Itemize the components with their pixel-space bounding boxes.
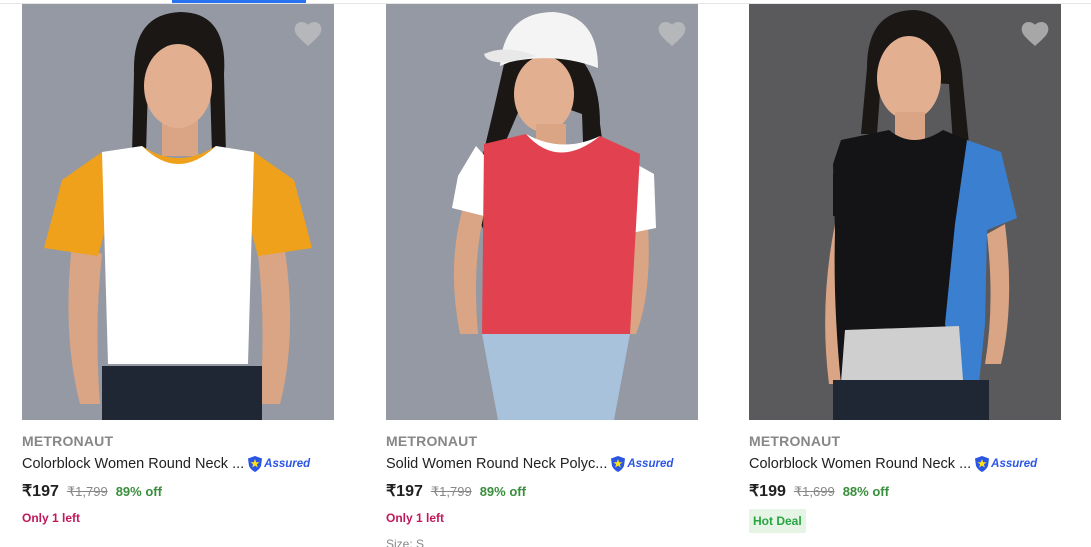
hot-deal-badge: Hot Deal	[749, 509, 806, 533]
product-card[interactable]: METRONAUT Solid Women Round Neck Polyc..…	[386, 4, 698, 547]
product-title[interactable]: Colorblock Women Round Neck ...	[749, 456, 971, 472]
product-discount: 89% off	[115, 484, 162, 499]
assured-badge: Assured	[610, 455, 673, 473]
stock-status: Only 1 left	[22, 511, 81, 525]
product-mrp: ₹1,799	[66, 484, 108, 499]
heart-icon[interactable]	[292, 18, 324, 50]
assured-badge: Assured	[974, 455, 1037, 473]
product-price: ₹197	[386, 483, 423, 500]
product-mrp: ₹1,699	[793, 484, 835, 499]
heart-icon[interactable]	[656, 18, 688, 50]
product-brand: METRONAUT	[386, 433, 478, 449]
product-image[interactable]	[386, 4, 698, 420]
product-title[interactable]: Solid Women Round Neck Polyc...	[386, 456, 607, 472]
product-price: ₹199	[749, 483, 786, 500]
product-brand: METRONAUT	[749, 433, 841, 449]
product-mrp: ₹1,799	[430, 484, 472, 499]
active-tab-indicator	[172, 0, 306, 3]
assured-label: Assured	[627, 458, 674, 470]
product-title[interactable]: Colorblock Women Round Neck ...	[22, 456, 244, 472]
assured-label: Assured	[991, 458, 1038, 470]
assured-shield-icon	[975, 456, 990, 472]
size-info: Size: S	[386, 537, 425, 547]
assured-shield-icon	[248, 456, 263, 472]
product-brand: METRONAUT	[22, 433, 114, 449]
assured-label: Assured	[264, 458, 311, 470]
product-discount: 88% off	[842, 484, 889, 499]
product-card[interactable]: METRONAUT Colorblock Women Round Neck ..…	[749, 4, 1061, 544]
product-card[interactable]: METRONAUT Colorblock Women Round Neck ..…	[22, 4, 334, 544]
product-image[interactable]	[749, 4, 1061, 420]
product-price: ₹197	[22, 483, 59, 500]
heart-icon[interactable]	[1019, 18, 1051, 50]
product-image[interactable]	[22, 4, 334, 420]
assured-badge: Assured	[247, 455, 310, 473]
assured-shield-icon	[611, 456, 626, 472]
product-discount: 89% off	[479, 484, 526, 499]
stock-status: Only 1 left	[386, 511, 445, 525]
